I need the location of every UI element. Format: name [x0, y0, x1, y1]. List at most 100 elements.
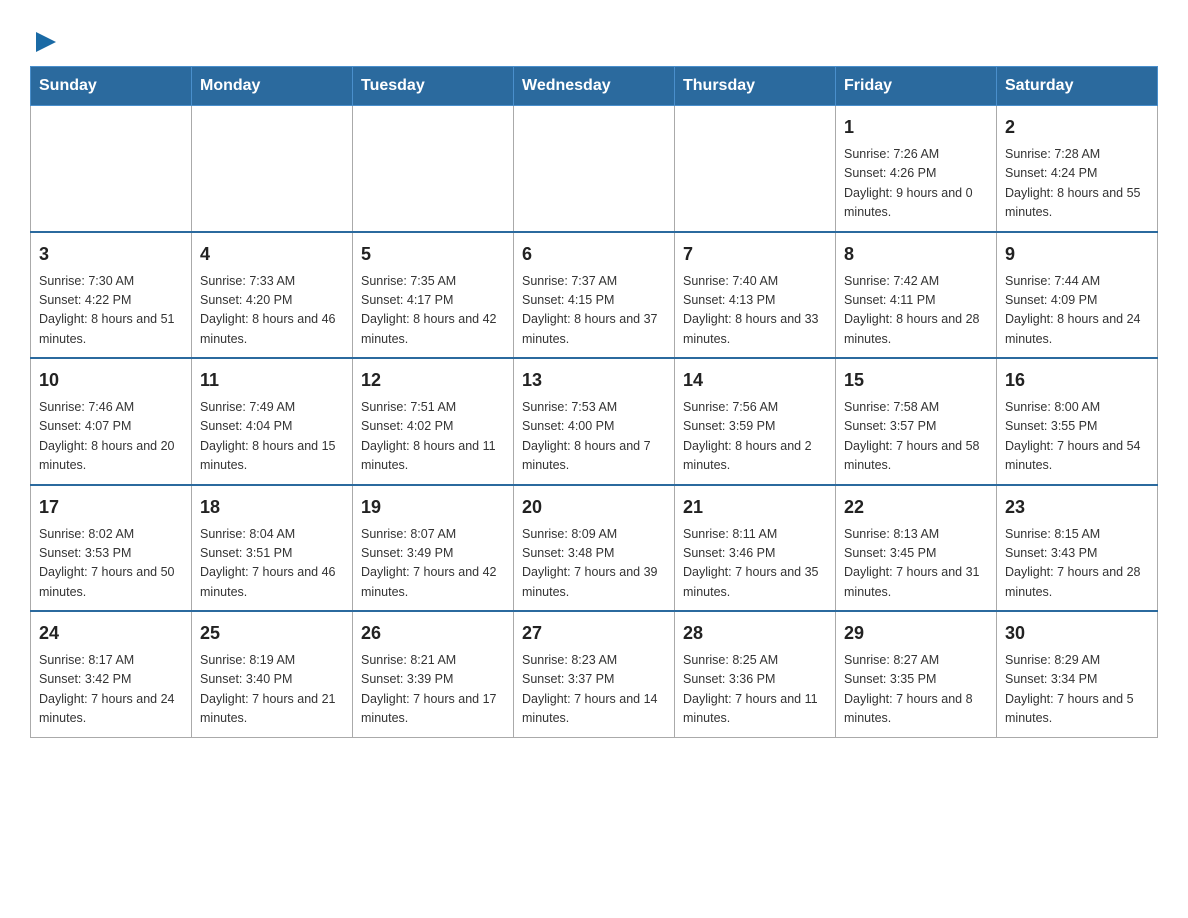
- day-info: Sunrise: 7:26 AMSunset: 4:26 PMDaylight:…: [844, 145, 988, 223]
- day-info: Sunrise: 8:07 AMSunset: 3:49 PMDaylight:…: [361, 525, 505, 603]
- day-number: 18: [200, 494, 344, 521]
- calendar-cell: 18 Sunrise: 8:04 AMSunset: 3:51 PMDayligh…: [192, 485, 353, 612]
- calendar-cell: 1 Sunrise: 7:26 AMSunset: 4:26 PMDaylight…: [836, 106, 997, 232]
- day-number: 10: [39, 367, 183, 394]
- day-number: 27: [522, 620, 666, 647]
- weekday-header-friday: Friday: [836, 67, 997, 106]
- day-info: Sunrise: 7:53 AMSunset: 4:00 PMDaylight:…: [522, 398, 666, 476]
- day-number: 25: [200, 620, 344, 647]
- day-info: Sunrise: 7:58 AMSunset: 3:57 PMDaylight:…: [844, 398, 988, 476]
- day-info: Sunrise: 8:17 AMSunset: 3:42 PMDaylight:…: [39, 651, 183, 729]
- day-number: 5: [361, 241, 505, 268]
- day-number: 14: [683, 367, 827, 394]
- day-number: 13: [522, 367, 666, 394]
- day-info: Sunrise: 7:35 AMSunset: 4:17 PMDaylight:…: [361, 272, 505, 350]
- calendar-cell: 29 Sunrise: 8:27 AMSunset: 3:35 PMDayligh…: [836, 611, 997, 737]
- calendar-header-row: SundayMondayTuesdayWednesdayThursdayFrid…: [31, 67, 1158, 106]
- calendar-week-4: 17 Sunrise: 8:02 AMSunset: 3:53 PMDayligh…: [31, 485, 1158, 612]
- day-number: 4: [200, 241, 344, 268]
- calendar-cell: 12 Sunrise: 7:51 AMSunset: 4:02 PMDayligh…: [353, 358, 514, 485]
- calendar-cell: 7 Sunrise: 7:40 AMSunset: 4:13 PMDaylight…: [675, 232, 836, 359]
- calendar-cell: 16 Sunrise: 8:00 AMSunset: 3:55 PMDayligh…: [997, 358, 1158, 485]
- day-info: Sunrise: 7:30 AMSunset: 4:22 PMDaylight:…: [39, 272, 183, 350]
- day-info: Sunrise: 7:56 AMSunset: 3:59 PMDaylight:…: [683, 398, 827, 476]
- calendar-table: SundayMondayTuesdayWednesdayThursdayFrid…: [30, 66, 1158, 738]
- weekday-header-sunday: Sunday: [31, 67, 192, 106]
- day-number: 7: [683, 241, 827, 268]
- day-info: Sunrise: 8:19 AMSunset: 3:40 PMDaylight:…: [200, 651, 344, 729]
- calendar-cell: 13 Sunrise: 7:53 AMSunset: 4:00 PMDayligh…: [514, 358, 675, 485]
- day-info: Sunrise: 8:15 AMSunset: 3:43 PMDaylight:…: [1005, 525, 1149, 603]
- day-info: Sunrise: 7:28 AMSunset: 4:24 PMDaylight:…: [1005, 145, 1149, 223]
- day-info: Sunrise: 8:04 AMSunset: 3:51 PMDaylight:…: [200, 525, 344, 603]
- calendar-cell: 21Sunrise: 8:11 AMSunset: 3:46 PMDayligh…: [675, 485, 836, 612]
- page-header: [30, 20, 1158, 56]
- day-number: 17: [39, 494, 183, 521]
- calendar-week-3: 10Sunrise: 7:46 AMSunset: 4:07 PMDayligh…: [31, 358, 1158, 485]
- calendar-week-5: 24 Sunrise: 8:17 AMSunset: 3:42 PMDayligh…: [31, 611, 1158, 737]
- day-number: 29: [844, 620, 988, 647]
- day-info: Sunrise: 8:23 AMSunset: 3:37 PMDaylight:…: [522, 651, 666, 729]
- calendar-cell: [675, 106, 836, 232]
- day-info: Sunrise: 8:29 AMSunset: 3:34 PMDaylight:…: [1005, 651, 1149, 729]
- day-number: 21: [683, 494, 827, 521]
- calendar-cell: 30 Sunrise: 8:29 AMSunset: 3:34 PMDayligh…: [997, 611, 1158, 737]
- day-number: 8: [844, 241, 988, 268]
- day-number: 16: [1005, 367, 1149, 394]
- day-number: 11: [200, 367, 344, 394]
- day-info: Sunrise: 7:51 AMSunset: 4:02 PMDaylight:…: [361, 398, 505, 476]
- calendar-cell: 25 Sunrise: 8:19 AMSunset: 3:40 PMDayligh…: [192, 611, 353, 737]
- calendar-cell: 10Sunrise: 7:46 AMSunset: 4:07 PMDayligh…: [31, 358, 192, 485]
- calendar-cell: [192, 106, 353, 232]
- day-info: Sunrise: 8:21 AMSunset: 3:39 PMDaylight:…: [361, 651, 505, 729]
- calendar-cell: 15 Sunrise: 7:58 AMSunset: 3:57 PMDayligh…: [836, 358, 997, 485]
- day-number: 24: [39, 620, 183, 647]
- day-info: Sunrise: 7:42 AMSunset: 4:11 PMDaylight:…: [844, 272, 988, 350]
- calendar-cell: 28Sunrise: 8:25 AMSunset: 3:36 PMDayligh…: [675, 611, 836, 737]
- calendar-cell: 22Sunrise: 8:13 AMSunset: 3:45 PMDayligh…: [836, 485, 997, 612]
- weekday-header-thursday: Thursday: [675, 67, 836, 106]
- day-number: 15: [844, 367, 988, 394]
- day-number: 20: [522, 494, 666, 521]
- day-number: 30: [1005, 620, 1149, 647]
- calendar-cell: 24 Sunrise: 8:17 AMSunset: 3:42 PMDayligh…: [31, 611, 192, 737]
- logo: [30, 28, 60, 56]
- day-info: Sunrise: 8:02 AMSunset: 3:53 PMDaylight:…: [39, 525, 183, 603]
- day-info: Sunrise: 8:00 AMSunset: 3:55 PMDaylight:…: [1005, 398, 1149, 476]
- calendar-week-2: 3 Sunrise: 7:30 AMSunset: 4:22 PMDaylight…: [31, 232, 1158, 359]
- day-info: Sunrise: 7:37 AMSunset: 4:15 PMDaylight:…: [522, 272, 666, 350]
- weekday-header-saturday: Saturday: [997, 67, 1158, 106]
- day-info: Sunrise: 8:25 AMSunset: 3:36 PMDaylight:…: [683, 651, 827, 729]
- day-number: 2: [1005, 114, 1149, 141]
- day-number: 1: [844, 114, 988, 141]
- day-info: Sunrise: 8:09 AMSunset: 3:48 PMDaylight:…: [522, 525, 666, 603]
- day-number: 6: [522, 241, 666, 268]
- calendar-cell: 19 Sunrise: 8:07 AMSunset: 3:49 PMDayligh…: [353, 485, 514, 612]
- day-number: 23: [1005, 494, 1149, 521]
- calendar-cell: 9 Sunrise: 7:44 AMSunset: 4:09 PMDaylight…: [997, 232, 1158, 359]
- calendar-cell: 27 Sunrise: 8:23 AMSunset: 3:37 PMDayligh…: [514, 611, 675, 737]
- calendar-week-1: 1 Sunrise: 7:26 AMSunset: 4:26 PMDaylight…: [31, 106, 1158, 232]
- weekday-header-wednesday: Wednesday: [514, 67, 675, 106]
- day-number: 26: [361, 620, 505, 647]
- calendar-cell: 20 Sunrise: 8:09 AMSunset: 3:48 PMDayligh…: [514, 485, 675, 612]
- calendar-cell: 6 Sunrise: 7:37 AMSunset: 4:15 PMDaylight…: [514, 232, 675, 359]
- weekday-header-tuesday: Tuesday: [353, 67, 514, 106]
- weekday-header-monday: Monday: [192, 67, 353, 106]
- calendar-cell: [353, 106, 514, 232]
- day-number: 12: [361, 367, 505, 394]
- day-info: Sunrise: 7:40 AMSunset: 4:13 PMDaylight:…: [683, 272, 827, 350]
- calendar-cell: 23 Sunrise: 8:15 AMSunset: 3:43 PMDayligh…: [997, 485, 1158, 612]
- day-number: 22: [844, 494, 988, 521]
- day-number: 9: [1005, 241, 1149, 268]
- day-info: Sunrise: 7:44 AMSunset: 4:09 PMDaylight:…: [1005, 272, 1149, 350]
- calendar-cell: 14 Sunrise: 7:56 AMSunset: 3:59 PMDayligh…: [675, 358, 836, 485]
- day-number: 3: [39, 241, 183, 268]
- day-number: 19: [361, 494, 505, 521]
- calendar-cell: 11Sunrise: 7:49 AMSunset: 4:04 PMDayligh…: [192, 358, 353, 485]
- calendar-cell: 2 Sunrise: 7:28 AMSunset: 4:24 PMDaylight…: [997, 106, 1158, 232]
- calendar-cell: 17 Sunrise: 8:02 AMSunset: 3:53 PMDayligh…: [31, 485, 192, 612]
- logo-triangle-icon: [32, 28, 60, 56]
- calendar-cell: 8 Sunrise: 7:42 AMSunset: 4:11 PMDaylight…: [836, 232, 997, 359]
- day-info: Sunrise: 8:27 AMSunset: 3:35 PMDaylight:…: [844, 651, 988, 729]
